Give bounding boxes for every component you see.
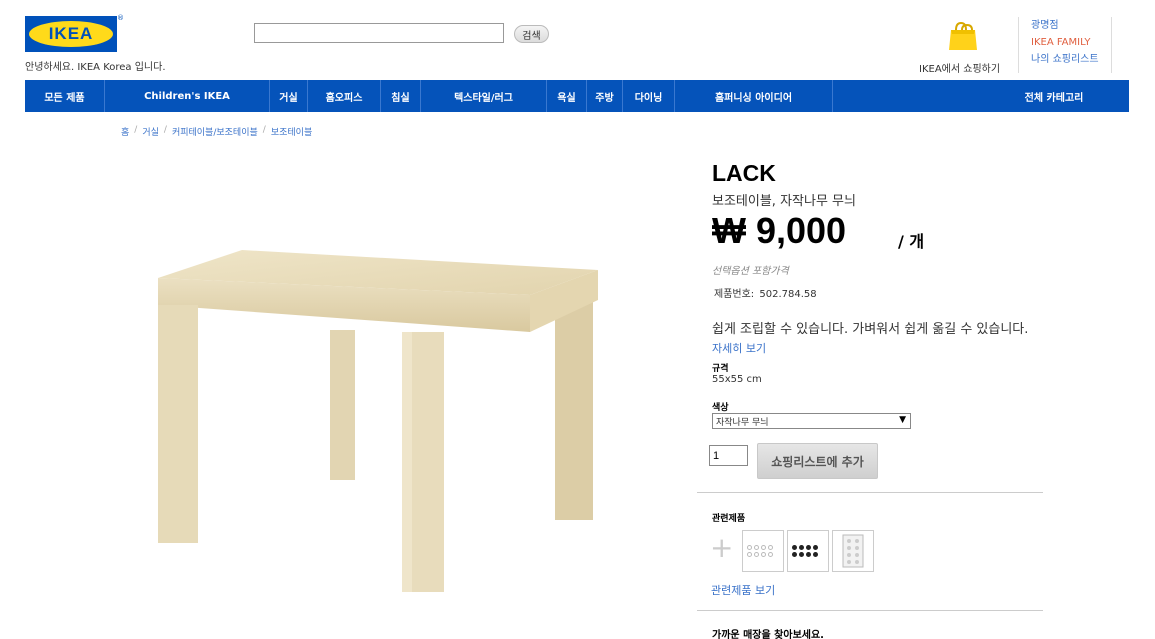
article-label: 제품번호: (714, 289, 755, 300)
shopping-list-link[interactable]: 나의 쇼핑리스트 (1031, 51, 1099, 68)
store-finder-title: 가까운 매장을 찾아보세요. (712, 630, 824, 639)
main-nav: 모든 제품 Children's IKEA 거실 홈오피스 침실 텍스타일/러그… (25, 80, 1129, 112)
price-unit: / 개 (898, 232, 925, 251)
color-select-value: 자작나무 무늬 (716, 417, 769, 428)
color-label: 색상 (712, 403, 729, 413)
product-description: 보조테이블, 자작나무 무늬 (712, 194, 856, 209)
related-product-thumb-pads[interactable] (832, 530, 874, 572)
benefit-text-block: 쉽게 조립할 수 있습니다. 가벼워서 쉽게 옮길 수 있습니다. 자세히 보기 (712, 320, 1032, 358)
product-name: LACK (712, 160, 776, 186)
header-links: 광명점 IKEA FAMILY 나의 쇼핑리스트 (1018, 17, 1112, 73)
benefit-text: 쉽게 조립할 수 있습니다. 가벼워서 쉽게 옮길 수 있습니다. (712, 322, 1029, 337)
breadcrumb-home[interactable]: 홈 (121, 125, 129, 138)
shopping-label[interactable]: IKEA에서 쇼핑하기 (919, 60, 1000, 75)
breadcrumb-separator: / (163, 125, 167, 135)
article-value: 502.784.58 (759, 289, 817, 300)
quantity-input[interactable] (709, 445, 748, 466)
breadcrumb-living-room[interactable]: 거실 (142, 125, 159, 138)
nav-living-room[interactable]: 거실 (270, 80, 308, 112)
divider (697, 492, 1043, 493)
nav-childrens-ikea[interactable]: Children's IKEA (105, 80, 270, 112)
nav-all-products[interactable]: 모든 제품 (25, 80, 105, 112)
nav-all-categories[interactable]: 전체 카테고리 (1009, 80, 1129, 112)
color-select[interactable]: 자작나무 무늬 ▼ (712, 413, 911, 429)
nav-home-office[interactable]: 홈오피스 (308, 80, 381, 112)
related-products-link[interactable]: 관련제품 보기 (711, 582, 775, 598)
article-number: 제품번호: 502.784.58 (712, 285, 817, 300)
logo-text: IKEA (48, 24, 94, 43)
related-product-thumb-black[interactable] (787, 530, 829, 572)
breadcrumb-coffee-side-tables[interactable]: 커피테이블/보조테이블 (172, 125, 258, 138)
search-button[interactable]: 검색 (514, 25, 549, 43)
shopping-bag-icon[interactable] (947, 22, 979, 52)
nav-home-furnishing-ideas[interactable]: 홈퍼니싱 아이디어 (675, 80, 833, 112)
greeting-text: 안녕하세요. IKEA Korea 입니다. (25, 62, 166, 73)
related-product-thumb-white[interactable] (742, 530, 784, 572)
nav-textiles-rugs[interactable]: 텍스타일/러그 (421, 80, 547, 112)
add-to-shopping-list-button[interactable]: 쇼핑리스트에 추가 (757, 443, 878, 479)
breadcrumb: 홈 / 거실 / 커피테이블/보조테이블 / 보조테이블 (121, 125, 312, 138)
ikea-family-link[interactable]: IKEA FAMILY (1031, 34, 1099, 51)
dimensions-label: 규격 (712, 364, 729, 374)
divider (697, 610, 1043, 611)
search-input[interactable] (254, 23, 504, 43)
dimensions-value: 55x55 cm (712, 374, 762, 385)
breadcrumb-separator: / (262, 125, 266, 135)
related-products-title: 관련제품 (712, 514, 746, 524)
product-price: ₩ 9,000 (712, 210, 847, 251)
registered-mark: ® (117, 14, 124, 22)
logo-oval: IKEA (29, 21, 113, 47)
product-image[interactable] (150, 250, 610, 600)
store-link[interactable]: 광명점 (1031, 17, 1099, 34)
plus-icon: + (710, 531, 734, 564)
breadcrumb-separator: / (134, 125, 138, 135)
dropdown-arrow-icon: ▼ (899, 415, 906, 425)
felt-pads-icon (842, 534, 864, 568)
nav-bathroom[interactable]: 욕실 (547, 80, 587, 112)
nav-dining[interactable]: 다이닝 (623, 80, 675, 112)
nav-bedroom[interactable]: 침실 (381, 80, 421, 112)
nav-kitchen[interactable]: 주방 (587, 80, 623, 112)
breadcrumb-side-tables[interactable]: 보조테이블 (271, 125, 312, 138)
ikea-logo[interactable]: IKEA ® (25, 14, 124, 52)
price-note: 선택옵션 포함가격 (712, 266, 789, 277)
more-info-link[interactable]: 자세히 보기 (712, 342, 766, 355)
